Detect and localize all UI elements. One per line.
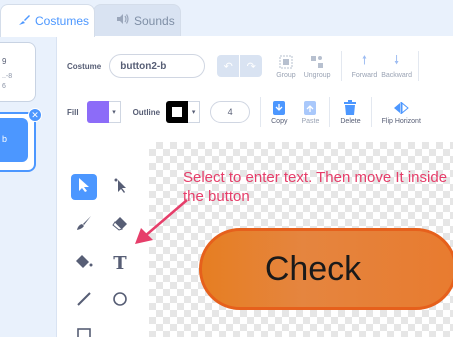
tab-sounds[interactable]: Sounds — [93, 4, 181, 36]
select-tool[interactable] — [71, 174, 97, 200]
rectangle-tool[interactable] — [71, 324, 97, 337]
fill-label: Fill — [67, 107, 79, 117]
close-icon: ✕ — [31, 109, 39, 120]
costume-number: 9 — [2, 57, 7, 66]
arrow-up-icon: 🠕 — [361, 53, 367, 67]
group-label: Group — [276, 71, 296, 79]
check-button-text: Check — [264, 249, 362, 288]
fill-color-picker[interactable]: ▾ — [86, 101, 121, 123]
outline-label: Outline — [132, 107, 161, 117]
line-tool[interactable] — [71, 288, 97, 314]
flip-horizontal-icon — [393, 100, 410, 116]
paste-button[interactable]: Paste — [301, 100, 319, 125]
cursor-icon — [77, 177, 91, 198]
tab-costumes-label: Costumes — [35, 14, 90, 28]
circle-icon — [112, 291, 128, 312]
copy-button[interactable]: Copy — [271, 100, 287, 125]
tab-costumes[interactable]: Costumes — [0, 4, 95, 37]
check-button-sprite[interactable]: Check — [199, 228, 453, 310]
backward-button[interactable]: 🠗 Backward — [381, 53, 412, 79]
delete-button[interactable]: Delete — [340, 99, 361, 125]
annotation-arrow-icon — [135, 199, 188, 244]
delete-label: Delete — [340, 117, 361, 125]
redo-icon: ↷ — [246, 60, 256, 73]
eraser-icon — [112, 215, 128, 236]
circle-tool[interactable] — [107, 288, 133, 314]
line-icon — [76, 291, 92, 312]
instruction-annotation: Select to enter text. Then move It insid… — [183, 169, 448, 205]
ungroup-label: Ungroup — [303, 71, 331, 79]
editor-tabs: Costumes Sounds — [0, 0, 453, 37]
flip-horizontal-button[interactable]: Flip Horizont — [382, 100, 421, 125]
brush-icon — [76, 215, 92, 236]
brush-icon — [17, 13, 31, 30]
outline-width-input[interactable]: 4 — [210, 101, 251, 123]
outline-color-picker[interactable]: ▾ — [166, 101, 201, 123]
costume-label: ..-8 — [2, 73, 13, 80]
ungroup-button[interactable]: Ungroup — [304, 54, 331, 79]
delete-costume-button[interactable]: ✕ — [28, 108, 42, 122]
backward-label: Backward — [381, 71, 412, 79]
paste-label: Paste — [301, 117, 320, 125]
reshape-icon — [112, 177, 128, 198]
brush-tool[interactable] — [71, 212, 97, 238]
outline-swatch-inner — [172, 107, 183, 117]
trash-icon — [342, 99, 358, 116]
toolbar-row-2: Fill ▾ Outline ▾ 4 Copy Paste Delete Fli… — [57, 94, 453, 130]
eraser-tool[interactable] — [107, 212, 133, 238]
reshape-tool[interactable] — [107, 174, 133, 200]
text-tool[interactable]: T — [107, 250, 133, 276]
costume-size: 6 — [2, 83, 6, 90]
arrow-down-icon: 🠗 — [394, 53, 400, 67]
costume-label: b — [2, 134, 8, 144]
undo-icon: ↶ — [223, 60, 233, 73]
copy-icon — [271, 100, 287, 116]
costume-card-1[interactable]: 9 ..-8 6 — [0, 42, 36, 102]
toolbar-row-1: Costume button2-b ↶ ↷ Group Ungroup 🠕 Fo… — [57, 48, 453, 84]
speaker-icon — [116, 13, 130, 28]
toolbar-divider — [260, 97, 262, 127]
group-icon — [278, 54, 294, 70]
tab-sounds-label: Sounds — [134, 13, 175, 28]
forward-label: Forward — [351, 71, 378, 79]
text-icon: T — [113, 252, 127, 274]
toolbar-divider — [329, 97, 331, 127]
costume-thumbnail: b — [0, 118, 28, 162]
chevron-down-icon: ▾ — [108, 101, 121, 123]
costume-card-2-selected[interactable]: b ✕ — [0, 108, 42, 172]
forward-button[interactable]: 🠕 Forward — [351, 53, 378, 79]
toolbar-divider — [417, 51, 419, 81]
fill-swatch — [86, 101, 109, 123]
ungroup-icon — [309, 54, 325, 70]
toolbar-divider — [370, 97, 372, 127]
square-icon — [76, 327, 92, 337]
costume-list: 9 ..-8 6 b ✕ — [0, 36, 57, 337]
undo-button[interactable]: ↶ — [217, 55, 240, 77]
paste-icon — [302, 100, 318, 116]
outline-swatch — [166, 101, 189, 123]
paint-bucket-icon — [75, 253, 93, 274]
paint-editor: Costume button2-b ↶ ↷ Group Ungroup 🠕 Fo… — [57, 36, 453, 337]
fill-tool[interactable] — [71, 250, 97, 276]
flip-horizontal-label: Flip Horizont — [381, 117, 421, 125]
group-button[interactable]: Group — [276, 54, 296, 79]
copy-label: Copy — [271, 117, 288, 125]
costume-name-label: Costume — [67, 61, 102, 71]
toolbar-divider — [340, 51, 342, 81]
paint-canvas[interactable]: Select to enter text. Then move It insid… — [149, 142, 453, 337]
chevron-down-icon: ▾ — [188, 101, 201, 123]
costume-name-input[interactable]: button2-b — [109, 54, 206, 78]
redo-button[interactable]: ↷ — [240, 55, 263, 77]
